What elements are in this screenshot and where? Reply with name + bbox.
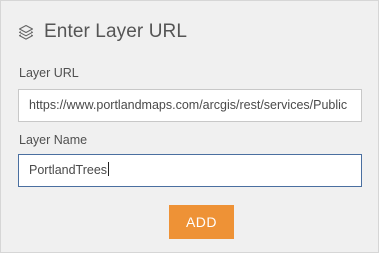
layer-url-input[interactable]: https://www.portlandmaps.com/arcgis/rest…: [18, 89, 362, 122]
layers-icon: [17, 23, 35, 41]
add-button[interactable]: ADD: [169, 205, 234, 239]
layer-url-label: Layer URL: [19, 66, 79, 80]
panel-title: Enter Layer URL: [44, 21, 188, 42]
text-caret: [108, 162, 110, 176]
layer-url-value: https://www.portlandmaps.com/arcgis/rest…: [29, 98, 348, 112]
layer-name-label: Layer Name: [19, 133, 88, 147]
layer-name-value: PortlandTrees: [29, 163, 108, 177]
layer-name-input[interactable]: PortlandTrees: [18, 154, 362, 187]
panel-header: Enter Layer URL: [17, 19, 187, 45]
enter-layer-url-panel: Enter Layer URL Layer URL https://www.po…: [0, 0, 379, 253]
